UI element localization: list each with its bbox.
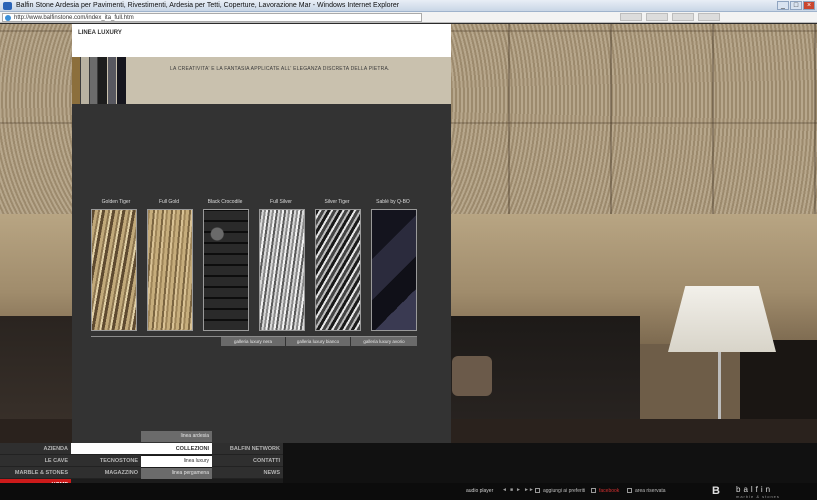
gallery-button-avorio[interactable]: galleria luxury avorio <box>351 337 417 346</box>
audio-player-label: audio player <box>466 488 494 494</box>
play-icon[interactable]: ► <box>516 487 521 493</box>
url-field[interactable]: http://www.balfinstone.com/index_ita_ful… <box>2 13 422 22</box>
window-titlebar: Balfin Stone Ardesia per Pavimenti, Rive… <box>0 0 817 12</box>
sub-linea-luxury[interactable]: linea luxury <box>141 456 212 467</box>
nav-azienda[interactable]: AZIENDA <box>0 443 71 455</box>
logo-subtitle: marble & stones <box>736 494 780 499</box>
close-button[interactable]: × <box>803 1 815 10</box>
gallery-button-bianco[interactable]: galleria luxury bianco <box>286 337 350 346</box>
gallery-button-nera[interactable]: galleria luxury nera <box>221 337 285 346</box>
logo-mark: B <box>712 485 720 497</box>
nav-marble-stones[interactable]: MARBLE & STONES <box>0 467 71 479</box>
ie-icon <box>3 2 12 10</box>
lock-icon <box>627 488 632 493</box>
swatch-silver-tiger[interactable] <box>315 209 361 331</box>
stone-slab <box>90 57 97 104</box>
stone-slab <box>81 57 89 104</box>
nav-le-cave[interactable]: LE CAVE <box>0 455 71 467</box>
stone-slab <box>98 57 107 104</box>
stop-icon[interactable]: ■ <box>510 487 513 493</box>
nav-collezioni[interactable]: COLLEZIONI <box>71 443 212 455</box>
facebook-icon <box>591 488 596 493</box>
toolbar-button[interactable] <box>620 13 642 21</box>
swatch-label: Silver Tiger <box>324 199 350 205</box>
next-icon[interactable]: ►► <box>524 487 534 493</box>
nav-bar-strip <box>283 443 817 483</box>
tagline: LA CREATIVITA' E LA FANTASIA APPLICATE A… <box>170 66 390 72</box>
globe-icon <box>5 15 11 21</box>
swatch-label: Black Crocodile <box>207 199 243 205</box>
balfin-logo[interactable]: B balfin marble & stones <box>712 485 812 499</box>
swatch-full-silver[interactable] <box>259 209 305 331</box>
nav-news[interactable]: NEWS <box>212 467 283 479</box>
toolbar-button[interactable] <box>646 13 668 21</box>
toolbar-button[interactable] <box>698 13 720 21</box>
window-controls: _ □ × <box>777 1 815 10</box>
swatch-sable[interactable] <box>371 209 417 331</box>
audio-controls: ◄ ■ ► ►► <box>502 487 534 493</box>
window-title: Balfin Stone Ardesia per Pavimenti, Rive… <box>16 2 400 9</box>
toolbar-button[interactable] <box>672 13 694 21</box>
sub-linea-pergamena[interactable]: linea pergamena <box>141 468 212 479</box>
nav-tecnostone[interactable]: TECNOSTONE <box>71 455 141 467</box>
browser-toolbar <box>620 13 720 21</box>
lamp-shade <box>668 286 776 352</box>
url-text: http://www.balfinstone.com/index_ita_ful… <box>14 15 134 21</box>
stone-slab <box>72 57 80 104</box>
nav-balfin-network[interactable]: BALFIN NETWORK <box>212 443 283 455</box>
prev-icon[interactable]: ◄ <box>502 487 507 493</box>
favorites-icon <box>535 488 540 493</box>
address-bar: http://www.balfinstone.com/index_ita_ful… <box>0 12 817 23</box>
swatch-black-crocodile[interactable] <box>203 209 249 331</box>
swatch-label: Sablé by Q-BO <box>376 199 410 205</box>
stone-slab <box>108 57 116 104</box>
swatch-full-gold[interactable] <box>147 209 193 331</box>
swatch-label: Full Silver <box>270 199 292 205</box>
nav-contatti[interactable]: CONTATTI <box>212 455 283 467</box>
status-bar <box>0 483 817 500</box>
favorites-link[interactable]: aggiungi ai preferiti <box>543 488 585 494</box>
logo-word: balfin <box>736 485 774 494</box>
sub-linea-ardesia[interactable]: linea ardesia <box>141 431 212 442</box>
maximize-button[interactable]: □ <box>790 1 802 10</box>
lamp-stem <box>718 352 721 420</box>
facebook-link[interactable]: facebook <box>599 488 619 494</box>
section-title: LINEA LUXURY <box>78 30 122 36</box>
swatch-golden-tiger[interactable] <box>91 209 137 331</box>
swatch-label: Full Gold <box>158 199 179 205</box>
reserved-area-link[interactable]: area riservata <box>635 488 666 494</box>
stone-banner: LA CREATIVITA' E LA FANTASIA APPLICATE A… <box>72 57 451 104</box>
section-header: LINEA LUXURY <box>72 24 451 57</box>
stone-slab <box>117 57 126 104</box>
nav-magazzino[interactable]: MAGAZZINO <box>71 467 141 479</box>
minimize-button[interactable]: _ <box>777 1 789 10</box>
swatch-label: Golden Tiger <box>101 199 131 205</box>
pillow <box>452 356 492 396</box>
